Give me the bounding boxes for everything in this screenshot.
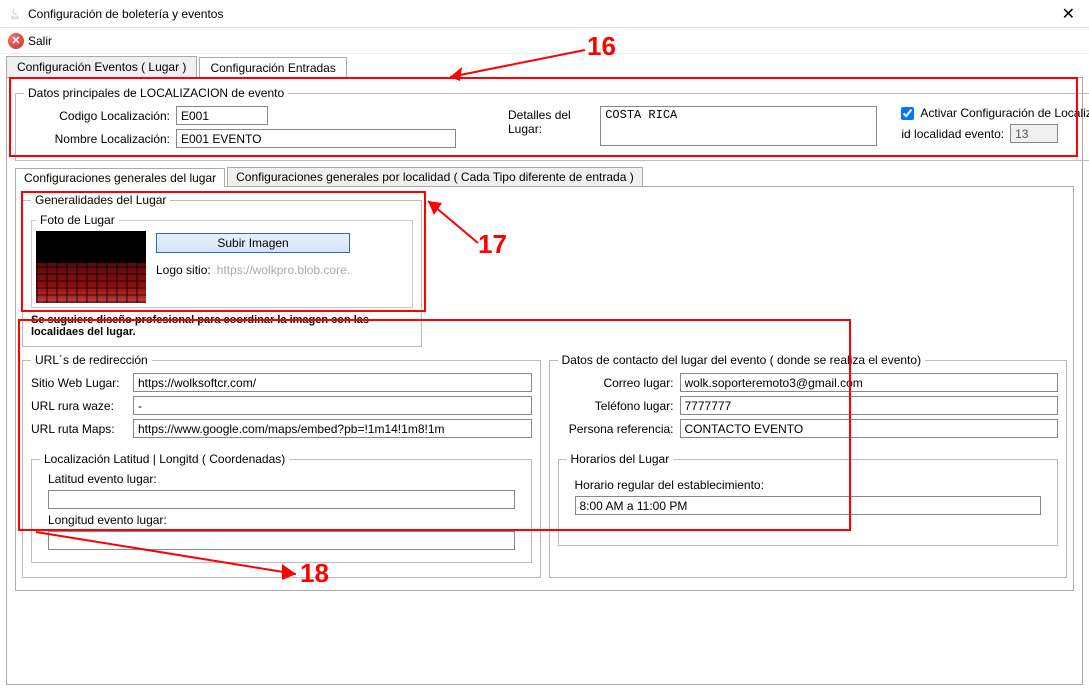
maps-input[interactable] [133, 419, 532, 438]
maps-label: URL ruta Maps: [31, 422, 127, 436]
exit-button[interactable]: Salir [28, 34, 52, 48]
legend-contacto: Datos de contacto del lugar del evento (… [558, 353, 926, 367]
exit-icon[interactable]: ✕ [8, 33, 24, 49]
logo-url: https://wolkpro.blob.core. [217, 263, 350, 277]
fieldset-localizacion: Datos principales de LOCALIZACION de eve… [15, 86, 1089, 161]
lng-input[interactable] [48, 531, 515, 550]
correo-input[interactable] [680, 373, 1059, 392]
idloc-input [1010, 124, 1058, 143]
tab-generales-localidad[interactable]: Configuraciones generales por localidad … [227, 167, 643, 186]
nombre-label: Nombre Localización: [24, 132, 170, 146]
legend-foto: Foto de Lugar [36, 213, 119, 227]
sitio-input[interactable] [133, 373, 532, 392]
legend-urls: URL´s de redirección [31, 353, 152, 367]
waze-label: URL rura waze: [31, 399, 127, 413]
fieldset-urls: URL´s de redirección Sitio Web Lugar: UR… [22, 353, 541, 578]
legend-horarios: Horarios del Lugar [567, 452, 674, 466]
tel-input[interactable] [680, 396, 1059, 415]
app-icon [8, 7, 22, 21]
detalles-label: Detalles del Lugar: [508, 106, 594, 136]
idloc-label: id localidad evento: [901, 127, 1004, 141]
persona-label: Persona referencia: [558, 422, 674, 436]
venue-photo [36, 231, 146, 303]
logo-label: Logo sitio: [156, 263, 211, 277]
fieldset-generalidades: Generalidades del Lugar Foto de Lugar Su… [22, 193, 422, 347]
tab-config-entradas[interactable]: Configuración Entradas [199, 57, 346, 78]
nombre-input[interactable] [176, 129, 456, 148]
correo-label: Correo lugar: [558, 376, 674, 390]
fieldset-horarios: Horarios del Lugar Horario regular del e… [558, 452, 1059, 546]
activar-checkbox[interactable] [901, 107, 914, 120]
tab-generales-lugar[interactable]: Configuraciones generales del lugar [15, 168, 225, 187]
activar-label: Activar Configuración de Localización [920, 106, 1089, 120]
tab-config-eventos[interactable]: Configuración Eventos ( Lugar ) [6, 56, 197, 77]
upload-image-button[interactable]: Subir Imagen [156, 233, 350, 253]
inner-tabs-container: Configuraciones generales del lugar Conf… [15, 167, 1074, 591]
codigo-label: Codigo Localización: [24, 109, 170, 123]
tel-label: Teléfono lugar: [558, 399, 674, 413]
main-tabs: Configuración Eventos ( Lugar ) Configur… [6, 56, 1083, 77]
detalles-input[interactable] [600, 106, 877, 146]
persona-input[interactable] [680, 419, 1059, 438]
legend-localizacion: Datos principales de LOCALIZACION de eve… [24, 86, 288, 100]
fieldset-coords: Localización Latitud | Longitd ( Coorden… [31, 452, 532, 563]
toolbar: ✕ Salir [0, 28, 1089, 54]
window-titlebar: Configuración de boletería y eventos ✕ [0, 0, 1089, 28]
waze-input[interactable] [133, 396, 532, 415]
codigo-input[interactable] [176, 106, 268, 125]
lng-label: Longitud evento lugar: [48, 513, 167, 527]
window-title: Configuración de boletería y eventos [28, 7, 223, 21]
horario-input[interactable] [575, 496, 1042, 515]
lat-label: Latitud evento lugar: [48, 472, 157, 486]
legend-generalidades: Generalidades del Lugar [31, 193, 170, 207]
fieldset-contacto: Datos de contacto del lugar del evento (… [549, 353, 1068, 578]
design-note: Se suguiere diseño profesional para coor… [31, 314, 413, 338]
legend-coords: Localización Latitud | Longitd ( Coorden… [40, 452, 289, 466]
fieldset-foto: Foto de Lugar Subir Imagen Logo sitio: h… [31, 213, 413, 308]
lat-input[interactable] [48, 490, 515, 509]
horario-label: Horario regular del establecimiento: [575, 478, 764, 492]
tab-content: Datos principales de LOCALIZACION de eve… [6, 77, 1083, 685]
close-icon[interactable]: ✕ [1056, 4, 1081, 24]
sitio-label: Sitio Web Lugar: [31, 376, 127, 390]
